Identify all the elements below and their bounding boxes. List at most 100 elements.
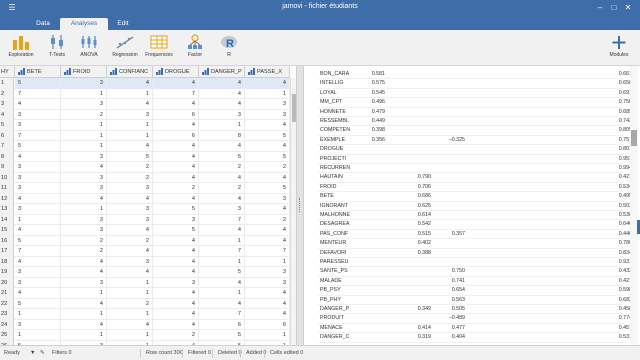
table-cell[interactable]: 5 <box>245 130 290 141</box>
table-cell[interactable]: 3 <box>61 99 107 110</box>
table-cell[interactable]: 3 <box>107 183 153 194</box>
table-cell[interactable]: 4 <box>107 193 153 204</box>
table-cell[interactable]: 5 <box>15 298 61 309</box>
row-number[interactable]: 12 <box>0 193 14 204</box>
table-row[interactable]: 5311414 <box>0 120 290 131</box>
table-cell[interactable]: 4 <box>199 225 245 236</box>
table-cell[interactable]: 3 <box>245 109 290 120</box>
table-cell[interactable]: 5 <box>199 267 245 278</box>
tab-data[interactable]: Data <box>26 18 60 30</box>
table-cell[interactable]: 5 <box>199 330 245 341</box>
table-row[interactable]: 8435455 <box>0 151 290 162</box>
anova-button[interactable]: ANOVA <box>70 34 108 64</box>
table-cell[interactable]: 4 <box>199 193 245 204</box>
table-cell[interactable]: 1 <box>15 214 61 225</box>
row-number[interactable]: 20 <box>0 277 14 288</box>
row-number[interactable]: 19 <box>0 267 14 278</box>
table-row[interactable]: 21 4 1 1 4 1 4 <box>0 288 290 299</box>
table-row[interactable]: 6711685 <box>0 130 290 141</box>
table-cell[interactable]: 2 <box>107 298 153 309</box>
row-number[interactable]: 8 <box>0 151 14 162</box>
table-cell[interactable]: 4 <box>153 235 199 246</box>
table-cell[interactable]: 4 <box>153 78 199 89</box>
table-cell[interactable]: 3 <box>15 120 61 131</box>
table-cell[interactable]: 6 <box>153 109 199 120</box>
table-cell[interactable]: 4 <box>153 309 199 320</box>
table-cell[interactable]: 6 <box>199 319 245 330</box>
table-cell[interactable]: 3 <box>61 172 107 183</box>
column-header[interactable]: DROGUE <box>153 66 199 78</box>
table-cell[interactable]: 4 <box>153 172 199 183</box>
row-number[interactable]: 6 <box>0 130 14 141</box>
row-number[interactable]: 4 <box>0 109 14 120</box>
table-cell[interactable]: 3 <box>153 214 199 225</box>
table-cell[interactable]: 5 <box>107 151 153 162</box>
table-cell[interactable]: 4 <box>15 193 61 204</box>
table-cell[interactable]: 3 <box>107 214 153 225</box>
table-cell[interactable]: 3 <box>199 204 245 215</box>
table-cell[interactable]: 1 <box>61 141 107 152</box>
minimize-button[interactable]: – <box>594 2 606 14</box>
row-number[interactable]: 7 <box>0 141 14 152</box>
table-cell[interactable]: 6 <box>153 130 199 141</box>
row-number[interactable]: 22 <box>0 298 14 309</box>
table-cell[interactable]: 2 <box>199 183 245 194</box>
table-cell[interactable]: 2 <box>153 183 199 194</box>
table-cell[interactable]: 7 <box>153 88 199 99</box>
table-cell[interactable]: 4 <box>107 246 153 257</box>
exploration-button[interactable]: Exploration <box>2 34 40 64</box>
table-cell[interactable]: 1 <box>61 88 107 99</box>
table-cell[interactable]: 1 <box>61 330 107 341</box>
table-cell[interactable]: 3 <box>245 267 290 278</box>
table-cell[interactable]: 3 <box>245 193 290 204</box>
row-number[interactable]: 1 <box>0 78 14 89</box>
table-cell[interactable]: 1 <box>199 120 245 131</box>
table-cell[interactable]: 4 <box>199 78 245 89</box>
table-cell[interactable]: 3 <box>15 267 61 278</box>
table-cell[interactable]: 3 <box>107 256 153 267</box>
table-cell[interactable]: 4 <box>245 288 290 299</box>
table-cell[interactable]: 4 <box>153 99 199 110</box>
table-cell[interactable]: 7 <box>199 246 245 257</box>
table-cell[interactable]: 4 <box>199 277 245 288</box>
table-cell[interactable]: 5 <box>153 225 199 236</box>
table-cell[interactable]: 3 <box>15 162 61 173</box>
table-cell[interactable]: 3 <box>15 277 61 288</box>
table-cell[interactable]: 4 <box>199 99 245 110</box>
table-cell[interactable]: 5 <box>15 141 61 152</box>
row-number[interactable]: 18 <box>0 256 14 267</box>
modules-button[interactable]: Modules <box>600 34 638 64</box>
tab-analyses[interactable]: Analyses <box>60 18 108 30</box>
column-header[interactable]: BETE <box>15 66 61 78</box>
table-cell[interactable]: 4 <box>153 120 199 131</box>
table-cell[interactable]: 4 <box>199 298 245 309</box>
row-number[interactable]: 3 <box>0 99 14 110</box>
table-cell[interactable]: 1 <box>245 88 290 99</box>
table-cell[interactable]: 2 <box>245 162 290 173</box>
table-cell[interactable]: 4 <box>245 225 290 236</box>
column-header[interactable]: CONFIANC <box>107 66 153 78</box>
table-cell[interactable]: 4 <box>199 141 245 152</box>
table-cell[interactable]: 6 <box>245 319 290 330</box>
table-cell[interactable]: 4 <box>107 99 153 110</box>
table-cell[interactable]: 1 <box>61 288 107 299</box>
filter-icon[interactable]: ▼ <box>30 346 35 360</box>
table-cell[interactable]: 1 <box>107 330 153 341</box>
table-cell[interactable]: 4 <box>153 141 199 152</box>
table-cell[interactable]: 1 <box>107 309 153 320</box>
table-cell[interactable]: 1 <box>107 88 153 99</box>
row-number[interactable]: 13 <box>0 204 14 215</box>
close-button[interactable]: ✕ <box>622 2 634 14</box>
table-row[interactable]: 15 4 3 4 5 4 4 <box>0 225 290 236</box>
column-header[interactable]: HY <box>0 66 15 78</box>
row-number[interactable]: 16 <box>0 235 14 246</box>
table-cell[interactable]: 4 <box>107 141 153 152</box>
table-cell[interactable]: 3 <box>15 183 61 194</box>
table-cell[interactable]: 1 <box>199 235 245 246</box>
table-cell[interactable]: 3 <box>15 319 61 330</box>
table-cell[interactable]: 3 <box>15 109 61 120</box>
table-cell[interactable]: 1 <box>199 288 245 299</box>
table-row[interactable]: 3434443 <box>0 99 290 110</box>
table-cell[interactable]: 4 <box>153 193 199 204</box>
table-cell[interactable]: 4 <box>245 309 290 320</box>
